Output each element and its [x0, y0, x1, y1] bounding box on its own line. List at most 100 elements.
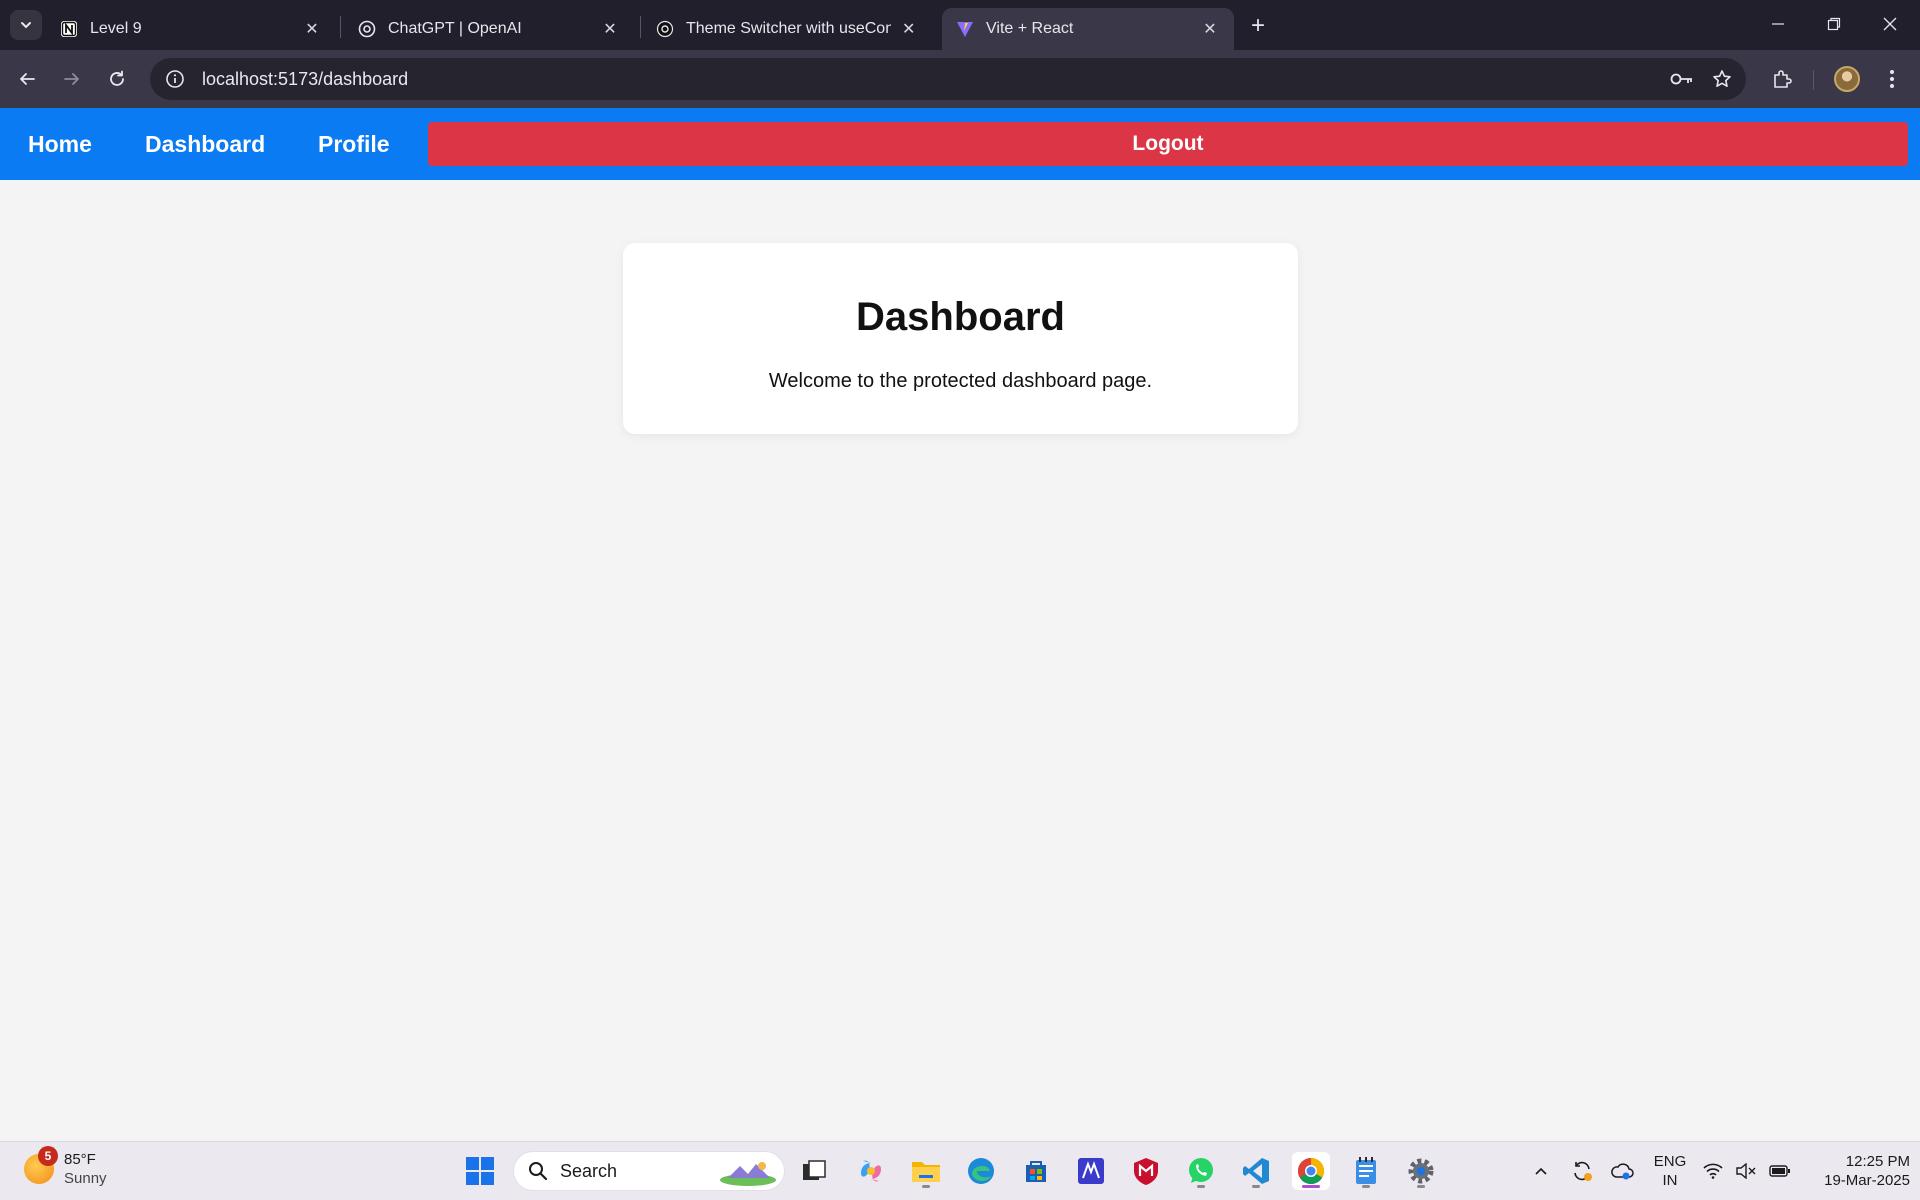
- minimize-icon: [1772, 23, 1784, 25]
- microsoft-store-button[interactable]: [1017, 1152, 1055, 1190]
- running-indicator: [1417, 1185, 1425, 1188]
- address-bar[interactable]: localhost:5173/dashboard: [150, 58, 1746, 100]
- tab-vite-react[interactable]: Vite + React ✕: [942, 8, 1234, 50]
- menu-button[interactable]: [1876, 63, 1908, 95]
- puzzle-icon: [1774, 70, 1792, 88]
- sync-tray-button[interactable]: [1563, 1152, 1601, 1190]
- weather-condition: Sunny: [64, 1170, 107, 1187]
- notepad-icon: [1356, 1157, 1376, 1184]
- restore-icon: [1827, 17, 1841, 31]
- store-icon: [1026, 1161, 1046, 1182]
- clock[interactable]: 12:25 PM 19-Mar-2025: [1800, 1152, 1910, 1190]
- file-explorer-button[interactable]: [907, 1152, 945, 1190]
- browser-toolbar: localhost:5173/dashboard: [0, 50, 1920, 108]
- vscode-icon: [1243, 1158, 1269, 1184]
- edge-button[interactable]: [962, 1152, 1000, 1190]
- minimize-button[interactable]: [1750, 0, 1806, 48]
- close-icon[interactable]: ✕: [899, 19, 918, 39]
- task-view-icon: [803, 1160, 826, 1180]
- dashboard-card: Dashboard Welcome to the protected dashb…: [623, 243, 1298, 434]
- edge-icon: [968, 1158, 994, 1184]
- close-icon[interactable]: ✕: [600, 19, 620, 39]
- profile-avatar[interactable]: [1834, 66, 1860, 92]
- chrome-button[interactable]: [1292, 1152, 1330, 1190]
- tab-search-button[interactable]: [10, 10, 42, 40]
- arrow-left-icon: [20, 73, 35, 85]
- running-indicator: [922, 1185, 930, 1188]
- whatsapp-button[interactable]: [1182, 1152, 1220, 1190]
- extensions-button[interactable]: [1766, 63, 1798, 95]
- sun-icon: 5: [24, 1146, 58, 1184]
- chrome-icon: [1297, 1157, 1325, 1185]
- nav-link-profile[interactable]: Profile: [318, 131, 390, 158]
- notion-icon: [60, 20, 78, 38]
- restore-button[interactable]: [1806, 0, 1862, 48]
- close-window-button[interactable]: [1862, 0, 1918, 48]
- shield-icon: [1134, 1158, 1158, 1185]
- page-title: Dashboard: [856, 295, 1065, 339]
- gear-icon: [1408, 1158, 1434, 1184]
- sync-icon: [1574, 1161, 1592, 1181]
- windows-taskbar: 5 85°F Sunny Search ENG IN 12:25 PM 19-M…: [0, 1141, 1920, 1200]
- whatsapp-icon: [1189, 1158, 1213, 1183]
- taskbar-search[interactable]: Search: [513, 1151, 785, 1191]
- folder-icon: [912, 1162, 940, 1182]
- speaker-muted-icon: [1736, 1163, 1756, 1179]
- mcafee-button[interactable]: [1127, 1152, 1165, 1190]
- notepad-button[interactable]: [1347, 1152, 1385, 1190]
- close-icon: [1883, 17, 1897, 31]
- search-highlight-illustration: [720, 1162, 776, 1186]
- vscode-button[interactable]: [1237, 1152, 1275, 1190]
- close-icon[interactable]: ✕: [302, 19, 322, 39]
- tab-title: Level 9: [90, 20, 142, 37]
- logout-button[interactable]: Logout: [428, 122, 1908, 166]
- quick-settings-button[interactable]: [1697, 1152, 1797, 1190]
- tab-theme-switcher[interactable]: Theme Switcher with useConte ✕: [642, 8, 932, 50]
- nav-link-home[interactable]: Home: [28, 131, 92, 158]
- tab-chatgpt[interactable]: ChatGPT | OpenAI ✕: [344, 8, 634, 50]
- welcome-message: Welcome to the protected dashboard page.: [768, 370, 1153, 392]
- openai-icon: [656, 20, 674, 38]
- onedrive-tray-button[interactable]: [1603, 1152, 1641, 1190]
- reload-button[interactable]: [101, 63, 133, 95]
- notification-badge: 5: [38, 1146, 58, 1166]
- wifi-icon: [1703, 1163, 1723, 1179]
- nav-link-dashboard[interactable]: Dashboard: [145, 131, 265, 158]
- url-text[interactable]: localhost:5173/dashboard: [202, 69, 1662, 90]
- vite-icon: [956, 20, 974, 38]
- bookmark-star-icon[interactable]: [1702, 58, 1742, 100]
- windows-logo-icon: [466, 1157, 494, 1185]
- tab-title: Theme Switcher with useConte: [686, 20, 892, 37]
- tab-title: ChatGPT | OpenAI: [388, 20, 522, 37]
- tab-level-9[interactable]: Level 9 ✕: [46, 8, 336, 50]
- more-vertical-icon: [1890, 70, 1894, 88]
- forward-button[interactable]: [56, 63, 88, 95]
- plus-icon: +: [1250, 12, 1265, 39]
- battery-icon: [1768, 1165, 1790, 1177]
- show-hidden-icons-button[interactable]: [1522, 1152, 1560, 1190]
- start-button[interactable]: [461, 1152, 499, 1190]
- weather-widget[interactable]: 5 85°F Sunny: [24, 1146, 107, 1188]
- task-view-button[interactable]: [795, 1152, 833, 1190]
- running-indicator: [1252, 1185, 1260, 1188]
- site-info-icon[interactable]: [154, 58, 196, 100]
- language-indicator[interactable]: ENG IN: [1648, 1152, 1692, 1190]
- app-button-m[interactable]: [1072, 1152, 1110, 1190]
- copilot-icon: [861, 1160, 881, 1182]
- toolbar-separator: [1813, 70, 1814, 90]
- search-placeholder: Search: [560, 1160, 618, 1181]
- chevron-up-icon: [1535, 1167, 1547, 1175]
- copilot-button[interactable]: [852, 1152, 890, 1190]
- search-icon: [529, 1162, 548, 1181]
- password-key-icon[interactable]: [1662, 58, 1702, 100]
- settings-button[interactable]: [1402, 1152, 1440, 1190]
- new-tab-button[interactable]: +: [1244, 12, 1272, 40]
- arrow-right-icon: [64, 73, 79, 85]
- clock-date: 19-Mar-2025: [1824, 1172, 1910, 1189]
- tab-separator: [340, 16, 341, 38]
- back-button[interactable]: [11, 63, 43, 95]
- openai-icon: [358, 20, 376, 38]
- running-indicator: [1197, 1185, 1205, 1188]
- clock-time: 12:25 PM: [1845, 1153, 1910, 1170]
- close-icon[interactable]: ✕: [1200, 19, 1220, 39]
